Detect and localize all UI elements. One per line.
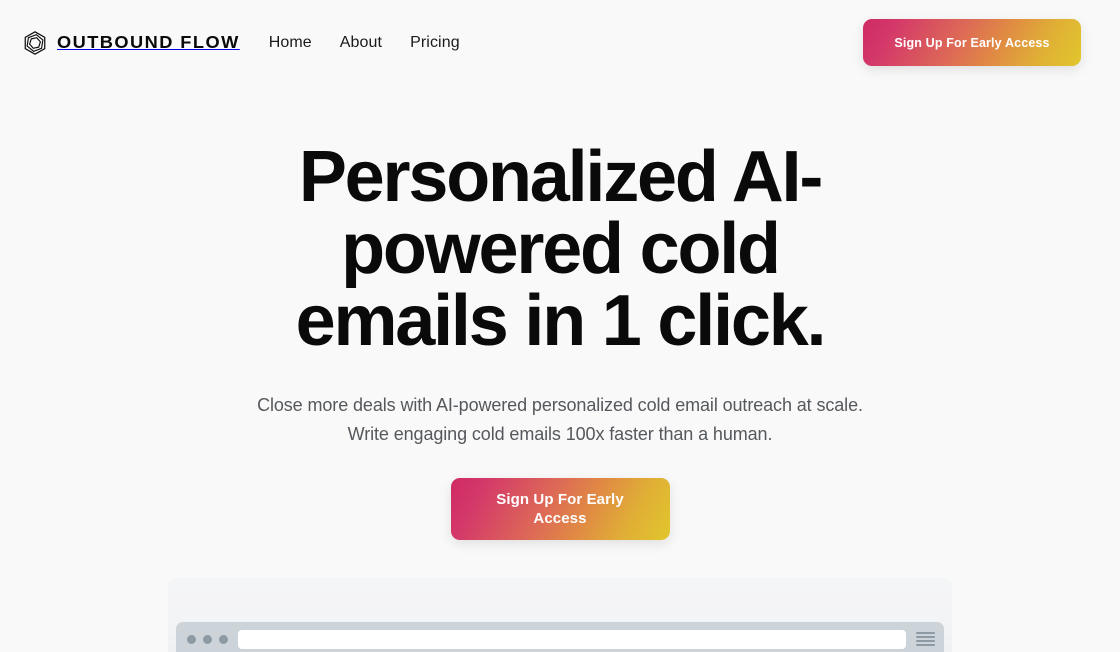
nested-hexagon-logo-icon (24, 30, 46, 55)
hero-signup-button[interactable]: Sign Up For Early Access (450, 478, 670, 541)
site-header: OUTBOUND FLOW Home About Pricing Sign Up… (0, 0, 1120, 85)
nav-item-about[interactable]: About (340, 34, 382, 52)
hamburger-line-1 (916, 631, 935, 634)
close-dot-icon[interactable] (187, 634, 196, 644)
minimize-dot-icon[interactable] (203, 634, 212, 644)
browser-url-input[interactable] (238, 629, 906, 649)
hamburger-line-2 (916, 635, 935, 638)
hamburger-line-4 (916, 644, 935, 647)
window-traffic-lights (187, 634, 228, 644)
primary-navigation: Home About Pricing (269, 34, 460, 52)
hero-headline: Personalized AI-powered cold emails in 1… (295, 137, 827, 361)
maximize-dot-icon[interactable] (219, 634, 228, 644)
nav-item-pricing[interactable]: Pricing (410, 34, 460, 52)
brand-wordmark: OUTBOUND FLOW (57, 32, 240, 52)
browser-chrome-bar (176, 622, 944, 652)
nav-item-home[interactable]: Home (269, 34, 312, 52)
brand-logo[interactable]: OUTBOUND FLOW (22, 30, 238, 56)
hero-section: Personalized AI-powered cold emails in 1… (0, 85, 1120, 541)
header-signup-button[interactable]: Sign Up For Early Access (863, 19, 1081, 66)
hamburger-menu-icon[interactable] (916, 631, 935, 648)
hero-subheadline: Close more deals with AI-powered persona… (257, 395, 863, 445)
hamburger-line-3 (916, 640, 935, 643)
